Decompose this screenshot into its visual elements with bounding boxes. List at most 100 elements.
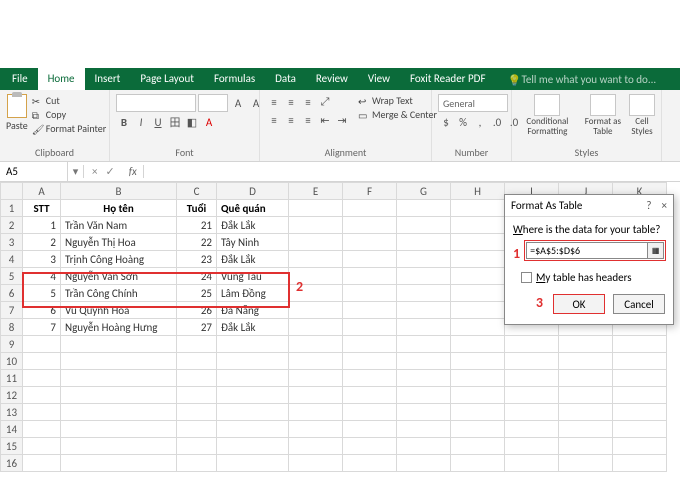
name-box[interactable]: [0, 162, 68, 181]
grow-font-button[interactable]: A: [230, 95, 246, 111]
tab-data[interactable]: Data: [265, 68, 306, 90]
enter-formula-icon[interactable]: ✓: [105, 165, 114, 178]
copy-button[interactable]: ⧉Copy: [32, 108, 106, 121]
row-header[interactable]: 4: [1, 251, 23, 268]
paste-label: Paste: [6, 119, 28, 132]
col-header-f[interactable]: F: [343, 183, 397, 200]
col-header-h[interactable]: H: [451, 183, 505, 200]
table-row[interactable]: 12: [1, 387, 667, 404]
cancel-button[interactable]: Cancel: [613, 294, 665, 314]
row-header[interactable]: 3: [1, 234, 23, 251]
tab-file[interactable]: File: [2, 68, 38, 90]
col-header-d[interactable]: D: [217, 183, 289, 200]
name-box-dropdown[interactable]: ▾: [68, 165, 84, 178]
bold-button[interactable]: B: [116, 114, 132, 130]
cell-styles-button[interactable]: Cell Styles: [629, 94, 655, 137]
tab-insert[interactable]: Insert: [85, 68, 131, 90]
tab-view[interactable]: View: [358, 68, 400, 90]
dialog-title: Format As Table: [511, 199, 582, 212]
table-row[interactable]: 16: [1, 455, 667, 472]
row-header[interactable]: 10: [1, 353, 23, 370]
table-row[interactable]: 9: [1, 336, 667, 353]
format-as-table-button[interactable]: Format as Table: [583, 94, 623, 137]
row-header[interactable]: 9: [1, 336, 23, 353]
row-header[interactable]: 1: [1, 200, 23, 217]
indent-inc-button[interactable]: ⇥: [334, 112, 350, 128]
percent-button[interactable]: %: [455, 114, 471, 130]
conditional-formatting-button[interactable]: Conditional Formatting: [518, 94, 577, 137]
row-header[interactable]: 2: [1, 217, 23, 234]
tab-review[interactable]: Review: [306, 68, 358, 90]
brush-icon: 🖌: [32, 123, 43, 134]
italic-button[interactable]: I: [133, 114, 149, 130]
table-row[interactable]: 13: [1, 404, 667, 421]
border-button[interactable]: 田: [167, 114, 183, 130]
row-header[interactable]: 6: [1, 285, 23, 302]
align-center-button[interactable]: ≡: [283, 112, 299, 128]
group-styles: Conditional Formatting Format as Table C…: [512, 90, 662, 161]
row-header[interactable]: 13: [1, 404, 23, 421]
underline-button[interactable]: U: [150, 114, 166, 130]
headers-checkbox[interactable]: [521, 272, 532, 283]
formula-input[interactable]: [144, 162, 680, 181]
row-header[interactable]: 8: [1, 319, 23, 336]
table-row[interactable]: 11: [1, 370, 667, 387]
cancel-formula-icon[interactable]: ×: [92, 165, 97, 178]
format-painter-button[interactable]: 🖌Format Painter: [32, 122, 106, 135]
close-icon[interactable]: ×: [662, 199, 667, 212]
row-header[interactable]: 12: [1, 387, 23, 404]
paste-button[interactable]: Paste: [6, 94, 28, 132]
merge-center-button[interactable]: ▭Merge & Center: [358, 108, 437, 121]
fx-icon[interactable]: fx: [123, 165, 144, 178]
select-all-corner[interactable]: [1, 183, 23, 200]
indent-dec-button[interactable]: ⇤: [317, 112, 333, 128]
row-header[interactable]: 15: [1, 438, 23, 455]
table-icon: [590, 94, 616, 116]
col-header-e[interactable]: E: [289, 183, 343, 200]
tab-home[interactable]: Home: [38, 68, 85, 90]
table-row[interactable]: 10: [1, 353, 667, 370]
orientation-button[interactable]: ⤢: [317, 94, 333, 110]
number-format-select[interactable]: [438, 94, 508, 112]
tab-page-layout[interactable]: Page Layout: [130, 68, 204, 90]
inc-decimal-button[interactable]: .0: [489, 114, 505, 130]
callout-2: 2: [296, 278, 303, 295]
row-header[interactable]: 16: [1, 455, 23, 472]
row-header[interactable]: 5: [1, 268, 23, 285]
cut-button[interactable]: ✂Cut: [32, 94, 106, 107]
row-header[interactable]: 14: [1, 421, 23, 438]
row-header[interactable]: 7: [1, 302, 23, 319]
fill-color-button[interactable]: ◧: [184, 114, 200, 130]
help-icon[interactable]: ?: [646, 199, 651, 212]
col-header-g[interactable]: G: [397, 183, 451, 200]
table-row[interactable]: 14: [1, 421, 667, 438]
align-right-button[interactable]: ≡: [300, 112, 316, 128]
cell[interactable]: Tuổi: [177, 200, 217, 217]
range-input[interactable]: [526, 242, 648, 259]
col-header-a[interactable]: A: [23, 183, 61, 200]
cell[interactable]: Quê quán: [217, 200, 289, 217]
currency-button[interactable]: $: [438, 114, 454, 130]
comma-button[interactable]: ,: [472, 114, 488, 130]
range-picker-button[interactable]: ▦: [648, 242, 664, 259]
row-header[interactable]: 11: [1, 370, 23, 387]
font-size-input[interactable]: [198, 94, 228, 112]
align-left-button[interactable]: ≡: [266, 112, 282, 128]
align-top-button[interactable]: ≡: [266, 94, 282, 110]
wrap-icon: ↩: [358, 95, 369, 106]
col-header-c[interactable]: C: [177, 183, 217, 200]
table-row[interactable]: 15: [1, 438, 667, 455]
tab-formulas[interactable]: Formulas: [204, 68, 265, 90]
align-bottom-button[interactable]: ≡: [300, 94, 316, 110]
font-name-input[interactable]: [116, 94, 196, 112]
col-header-b[interactable]: B: [61, 183, 177, 200]
align-middle-button[interactable]: ≡: [283, 94, 299, 110]
cell[interactable]: Họ tên: [61, 200, 177, 217]
tell-me-box[interactable]: 💡 Tell me what you want to do...: [508, 68, 657, 90]
ok-button[interactable]: OK: [553, 294, 605, 314]
wrap-text-button[interactable]: ↩Wrap Text: [358, 94, 437, 107]
font-color-button[interactable]: A: [201, 114, 217, 130]
cell[interactable]: STT: [23, 200, 61, 217]
headers-checkbox-row[interactable]: My table has headers: [521, 271, 665, 284]
tab-foxit[interactable]: Foxit Reader PDF: [400, 68, 496, 90]
